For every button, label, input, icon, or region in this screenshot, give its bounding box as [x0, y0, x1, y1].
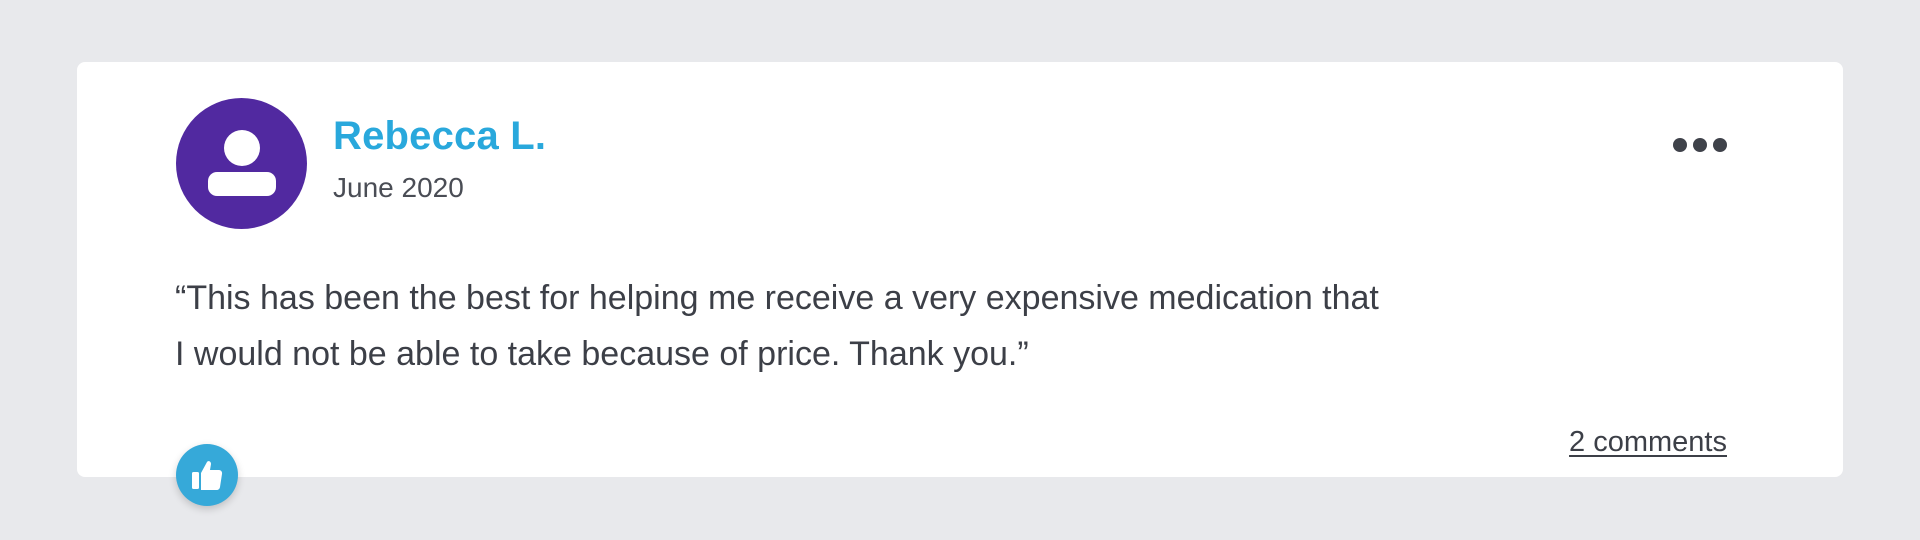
- comments-link[interactable]: 2 comments: [1569, 428, 1727, 457]
- avatar: [176, 98, 307, 229]
- like-button[interactable]: [176, 444, 238, 506]
- more-dot: [1713, 138, 1727, 152]
- thumbs-up-icon: [192, 461, 223, 490]
- review-date: June 2020: [333, 172, 464, 203]
- user-icon: [207, 129, 276, 196]
- review-text: “This has been the best for helping me r…: [175, 270, 1675, 382]
- review-text-line-1: “This has been the best for helping me r…: [175, 279, 1379, 317]
- more-dot: [1693, 138, 1707, 152]
- review-card: Rebecca L. June 2020 “This has been the …: [77, 62, 1843, 477]
- more-options-button[interactable]: [1673, 134, 1727, 156]
- review-text-line-2: I would not be able to take because of p…: [175, 335, 1029, 373]
- more-horizontal-icon: [1673, 138, 1687, 152]
- author-name: Rebecca L.: [333, 114, 547, 158]
